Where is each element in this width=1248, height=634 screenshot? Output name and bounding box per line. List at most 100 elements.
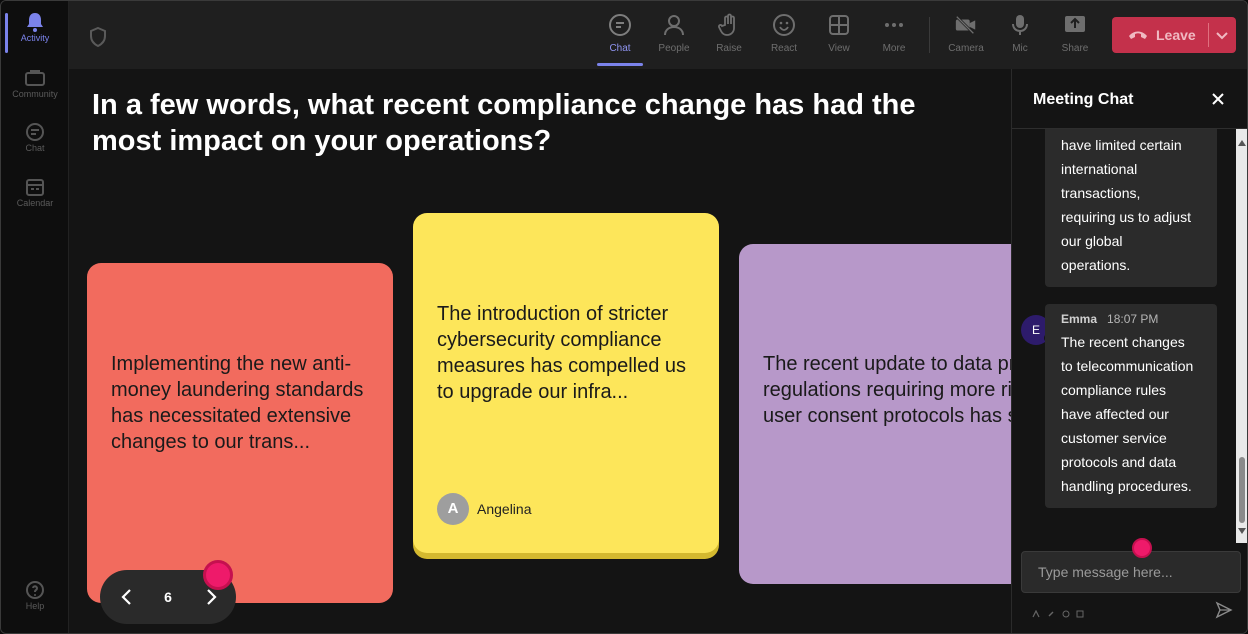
chevron-down-icon[interactable] (1214, 27, 1230, 46)
shield-icon (89, 26, 107, 52)
message-line: have affected our (1061, 406, 1169, 422)
chevron-right-icon[interactable] (202, 587, 220, 612)
rail-item-help[interactable]: Help (1, 579, 69, 611)
avatar-initial: E (1031, 323, 1040, 337)
message-line: handling procedures. (1061, 478, 1192, 494)
chat-scrollbar[interactable] (1236, 129, 1247, 543)
response-card[interactable]: The introduction of stricter cybersecuri… (413, 213, 719, 553)
gif-icon[interactable] (1076, 605, 1084, 623)
close-icon[interactable] (1210, 91, 1226, 112)
calendar-icon (24, 176, 46, 198)
chat-header: Meeting Chat (1012, 69, 1247, 129)
rail-label: Calendar (16, 198, 54, 208)
emoji-icon[interactable] (1062, 605, 1070, 623)
chat-composer (1012, 543, 1247, 633)
app-rail: Activity Community Chat Calendar Help (1, 1, 69, 633)
scroll-up-arrow-icon[interactable] (1238, 133, 1246, 151)
rail-label: Chat (25, 143, 45, 153)
presentation-stage: In a few words, what recent compliance c… (69, 69, 1011, 633)
response-card[interactable]: The recent update to data privacy regula… (739, 244, 1011, 584)
chat-message: have limited certain international trans… (1045, 129, 1217, 287)
rail-label: Help (25, 601, 45, 611)
toolbar-divider (929, 17, 930, 53)
chat-messages[interactable]: have limited certain international trans… (1012, 129, 1236, 543)
meeting-chat-panel: Meeting Chat have limited certain intern… (1011, 69, 1247, 633)
community-icon (24, 67, 46, 89)
grid-icon (827, 13, 851, 37)
rail-label: Activity (20, 33, 50, 43)
toolbar-label: More (882, 43, 906, 54)
toolbar-view-button[interactable]: View (814, 13, 864, 54)
message-meta: Emma 18:07 PM (1061, 312, 1201, 326)
message-line: to telecommunication (1061, 358, 1194, 374)
toolbar-label: View (828, 43, 850, 54)
smiley-icon (772, 13, 796, 37)
mic-icon (1008, 13, 1032, 37)
message-line: compliance rules (1061, 382, 1167, 398)
toolbar-label: People (658, 43, 690, 54)
chat-icon (608, 13, 632, 37)
message-time: 18:07 PM (1107, 312, 1159, 326)
toolbar-label: Camera (948, 43, 984, 54)
author-name: Angelina (477, 501, 532, 517)
meeting-window: Activity Community Chat Calendar Help Ch… (0, 0, 1248, 634)
toolbar-mic-button[interactable]: Mic (995, 13, 1045, 54)
toolbar-camera-button[interactable]: Camera (941, 13, 991, 54)
rail-item-chat[interactable]: Chat (1, 121, 69, 153)
message-line: have limited certain (1061, 137, 1182, 153)
response-card[interactable]: Implementing the new anti-money launderi… (87, 263, 393, 619)
attach-icon[interactable] (1047, 605, 1055, 623)
chat-message: Emma 18:07 PM The recent changes to telec… (1045, 304, 1217, 508)
chevron-left-icon[interactable] (118, 587, 136, 612)
toolbar-raise-button[interactable]: Raise (704, 13, 754, 54)
format-icon[interactable] (1032, 605, 1040, 623)
message-line: customer service (1061, 430, 1167, 446)
hand-icon (717, 13, 741, 37)
toolbar-label: Raise (716, 43, 742, 54)
rail-label: Community (12, 89, 58, 99)
rail-item-community[interactable]: Community (1, 67, 69, 99)
toolbar-people-button[interactable]: People (649, 13, 699, 54)
card-author: A Angelina (437, 493, 532, 525)
card-text: The recent update to data privacy regula… (763, 353, 1011, 427)
help-icon (24, 579, 46, 601)
message-line: international (1061, 161, 1138, 177)
toolbar-chat-button[interactable]: Chat (595, 13, 645, 54)
message-line: The recent changes (1061, 334, 1185, 350)
scroll-down-arrow-icon[interactable] (1238, 521, 1246, 539)
chat-icon (24, 121, 46, 143)
page-number: 6 (164, 589, 172, 605)
avatar: A (437, 493, 469, 525)
toolbar-react-button[interactable]: React (759, 13, 809, 54)
message-line: operations. (1061, 257, 1131, 273)
rail-item-calendar[interactable]: Calendar (1, 176, 69, 208)
question-title: In a few words, what recent compliance c… (92, 89, 916, 157)
toolbar-label: React (770, 43, 798, 54)
phone-hangup-icon (1128, 29, 1148, 41)
people-icon (662, 13, 686, 37)
toolbar-label: Share (1061, 43, 1089, 54)
scroll-thumb[interactable] (1239, 457, 1245, 523)
send-icon[interactable] (1215, 601, 1233, 624)
toolbar-more-button[interactable]: More (869, 13, 919, 54)
leave-divider (1208, 23, 1209, 47)
chat-title: Meeting Chat (1033, 91, 1134, 108)
active-tab-indicator (597, 63, 643, 66)
share-icon (1063, 13, 1087, 37)
message-line: protocols and data (1061, 454, 1177, 470)
message-line: our global (1061, 233, 1123, 249)
chat-message-input[interactable] (1021, 551, 1241, 593)
pointer-indicator (203, 560, 233, 590)
leave-label: Leave (1156, 27, 1196, 43)
message-line: transactions, (1061, 185, 1141, 201)
rail-item-activity[interactable]: Activity (1, 11, 69, 53)
card-text: Implementing the new anti-money launderi… (111, 353, 364, 453)
toolbar-share-button[interactable]: Share (1050, 13, 1100, 54)
camera-off-icon (954, 13, 978, 37)
pointer-indicator (1132, 538, 1152, 558)
meeting-toolbar: Chat People Raise React View More Camera… (69, 1, 1247, 69)
toolbar-label: Mic (1012, 43, 1028, 54)
more-icon (882, 13, 906, 37)
leave-button[interactable]: Leave (1112, 17, 1236, 53)
bell-icon (24, 11, 46, 33)
